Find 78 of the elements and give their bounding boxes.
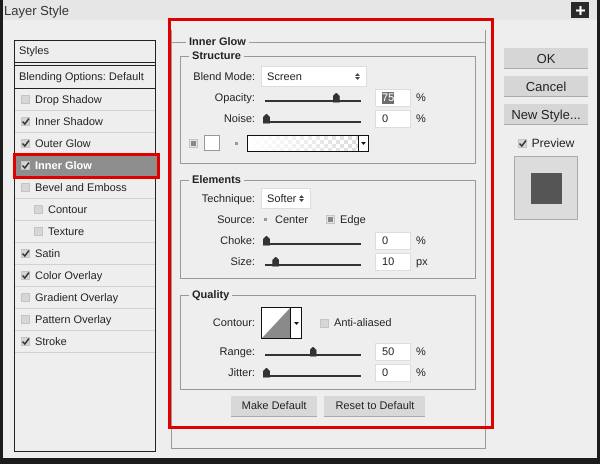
checkbox[interactable] bbox=[21, 139, 30, 148]
checkbox[interactable] bbox=[21, 271, 30, 280]
number-field[interactable]: 10 bbox=[375, 252, 411, 270]
group-title: Quality bbox=[191, 289, 230, 301]
checkbox[interactable] bbox=[21, 337, 30, 346]
dropdown-arrow-icon bbox=[294, 322, 298, 324]
blending-options-item[interactable]: Blending Options: Default bbox=[15, 66, 155, 89]
checkbox[interactable] bbox=[21, 117, 30, 126]
unit-label: % bbox=[416, 112, 426, 124]
blend-mode-dropdown[interactable]: Screen bbox=[261, 66, 367, 87]
styles-header[interactable]: Styles bbox=[15, 41, 155, 63]
unit-label: % bbox=[416, 366, 426, 378]
style-list-item[interactable]: Color Overlay bbox=[15, 265, 155, 287]
contour-picker[interactable] bbox=[261, 307, 302, 339]
dialog-button[interactable]: Cancel bbox=[504, 76, 588, 97]
radio-button[interactable] bbox=[326, 215, 336, 224]
radio-button[interactable] bbox=[234, 140, 239, 146]
slider-thumb[interactable] bbox=[263, 114, 270, 124]
style-list-item[interactable]: Drop Shadow bbox=[15, 89, 155, 111]
updown-caret-icon bbox=[299, 195, 304, 202]
preview-square bbox=[530, 172, 562, 204]
number-field[interactable]: 0 bbox=[375, 110, 411, 128]
style-list-item[interactable]: Inner Shadow bbox=[15, 111, 155, 133]
contour-curve-icon bbox=[262, 308, 290, 338]
field-label: Choke: bbox=[219, 234, 256, 246]
color-swatch[interactable] bbox=[204, 135, 220, 151]
field-label: Blend Mode: bbox=[192, 70, 256, 82]
dialog-button[interactable]: Make Default bbox=[230, 396, 318, 417]
checkbox[interactable] bbox=[21, 161, 30, 170]
preview-checkbox[interactable] bbox=[518, 138, 527, 148]
unit-label: % bbox=[416, 346, 426, 358]
style-list-item[interactable]: Texture bbox=[15, 221, 155, 243]
number-field[interactable]: 50 bbox=[375, 342, 411, 360]
unit-label: % bbox=[416, 234, 426, 246]
group-title: Elements bbox=[191, 174, 242, 186]
style-list-item[interactable]: Pattern Overlay bbox=[15, 309, 155, 331]
unit-label: % bbox=[416, 92, 426, 104]
updown-caret-icon bbox=[355, 73, 360, 80]
field-label: Noise: bbox=[222, 112, 256, 124]
slider-thumb[interactable] bbox=[332, 92, 340, 102]
radio-button[interactable] bbox=[189, 138, 198, 148]
gradient-picker[interactable] bbox=[247, 134, 369, 152]
checkbox-label[interactable]: Anti-aliased bbox=[334, 317, 392, 329]
field-label: Range: bbox=[218, 346, 256, 358]
style-list-item[interactable]: Stroke bbox=[15, 331, 155, 353]
style-list-item[interactable]: Gradient Overlay bbox=[15, 287, 155, 309]
dropdown-arrow-icon bbox=[361, 142, 366, 144]
style-list-item[interactable]: Contour bbox=[15, 199, 155, 221]
number-field[interactable]: 0 bbox=[375, 232, 411, 250]
plus-icon bbox=[576, 6, 584, 14]
group-title: Structure bbox=[191, 50, 242, 62]
number-field[interactable]: 75 bbox=[375, 88, 411, 106]
radio-label[interactable]: Center bbox=[275, 214, 308, 226]
dialog-button[interactable]: OK bbox=[504, 48, 588, 69]
field-label: Jitter: bbox=[227, 366, 256, 378]
technique-dropdown[interactable]: Softer bbox=[261, 188, 311, 209]
field-label: Size: bbox=[230, 256, 256, 268]
field-label: Opacity: bbox=[214, 92, 256, 104]
radio-label[interactable]: Edge bbox=[340, 214, 366, 226]
dialog-button[interactable]: New Style... bbox=[504, 104, 588, 125]
panel-title: Inner Glow bbox=[188, 36, 247, 48]
slider-thumb[interactable] bbox=[272, 256, 280, 266]
field-label: Technique: bbox=[200, 192, 256, 204]
slider-thumb[interactable] bbox=[263, 368, 270, 378]
style-list-item[interactable]: Satin bbox=[15, 243, 155, 265]
field-label: Source: bbox=[216, 214, 256, 226]
window-title: Layer Style bbox=[3, 2, 70, 18]
style-list-item[interactable]: Bevel and Emboss bbox=[15, 177, 155, 199]
checkbox-label[interactable]: Preview bbox=[532, 136, 574, 150]
number-field[interactable]: 0 bbox=[375, 364, 411, 382]
field-label: Contour: bbox=[212, 317, 256, 329]
checkbox[interactable] bbox=[21, 249, 30, 258]
radio-button[interactable] bbox=[263, 217, 268, 222]
slider-thumb[interactable] bbox=[263, 236, 270, 246]
slider-thumb[interactable] bbox=[310, 346, 316, 356]
dialog-button[interactable]: Reset to Default bbox=[324, 396, 426, 417]
unit-label: px bbox=[416, 256, 428, 268]
add-button[interactable] bbox=[571, 2, 589, 18]
